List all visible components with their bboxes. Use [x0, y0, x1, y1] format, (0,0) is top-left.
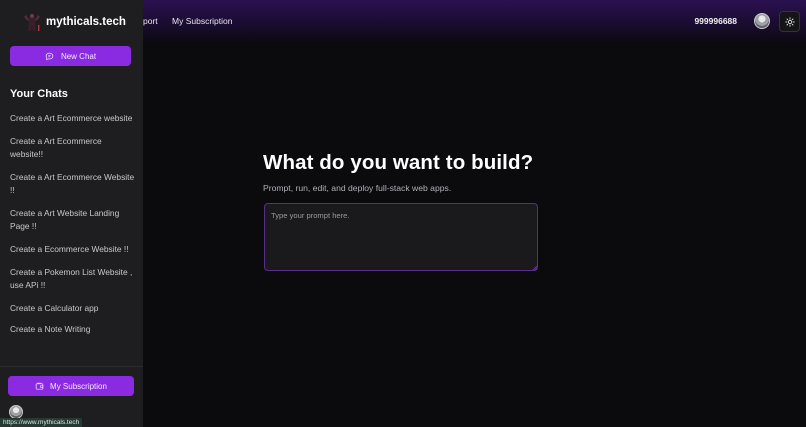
nav-support-link[interactable]: port — [143, 16, 158, 26]
nav-my-subscription-link[interactable]: My Subscription — [172, 16, 232, 26]
chat-item[interactable]: Create a Art Website Landing Page !! — [10, 207, 135, 233]
resize-handle-icon[interactable] — [532, 265, 537, 270]
status-bar-url: https://www.mythicals.tech — [0, 418, 83, 427]
user-phone: 999996688 — [694, 16, 737, 26]
brand-name: mythicals.tech — [46, 16, 126, 28]
your-chats-heading: Your Chats — [10, 88, 68, 100]
chat-item[interactable]: Create a Note Writing — [10, 323, 135, 336]
new-chat-button[interactable]: New Chat — [10, 46, 131, 66]
sidebar-user-avatar[interactable] — [9, 405, 23, 419]
prompt-input[interactable] — [264, 203, 538, 271]
new-chat-label: New Chat — [60, 51, 97, 61]
chat-item[interactable]: Create a Calculator app — [10, 302, 135, 315]
sun-icon — [784, 16, 795, 27]
theme-toggle-button[interactable] — [779, 11, 800, 32]
chat-item[interactable]: Create a Pokemon List Website , use APi … — [10, 266, 135, 292]
chat-list: Create a Art Ecommerce website Create a … — [10, 112, 135, 345]
chat-item[interactable]: Create a Art Ecommerce website — [10, 112, 135, 125]
user-avatar[interactable] — [754, 13, 770, 29]
sidebar: mythicals.tech New Chat Your Chats Creat… — [0, 0, 143, 427]
sidebar-divider — [0, 366, 143, 367]
my-subscription-button[interactable]: My Subscription — [8, 376, 134, 396]
chat-item[interactable]: Create a Ecommerce Website !! — [10, 243, 135, 256]
chat-bubble-icon — [45, 52, 54, 60]
wallet-icon — [35, 382, 44, 390]
mythical-logo-icon — [24, 14, 40, 31]
my-subscription-label: My Subscription — [50, 381, 107, 391]
page-title: What do you want to build? — [263, 151, 534, 174]
chat-item[interactable]: Create a Art Ecommerce website!! — [10, 135, 135, 161]
chat-item[interactable]: Create a Art Ecommerce Website !! — [10, 171, 135, 197]
brand[interactable]: mythicals.tech — [20, 11, 126, 33]
page-subtitle: Prompt, run, edit, and deploy full-stack… — [263, 183, 452, 193]
